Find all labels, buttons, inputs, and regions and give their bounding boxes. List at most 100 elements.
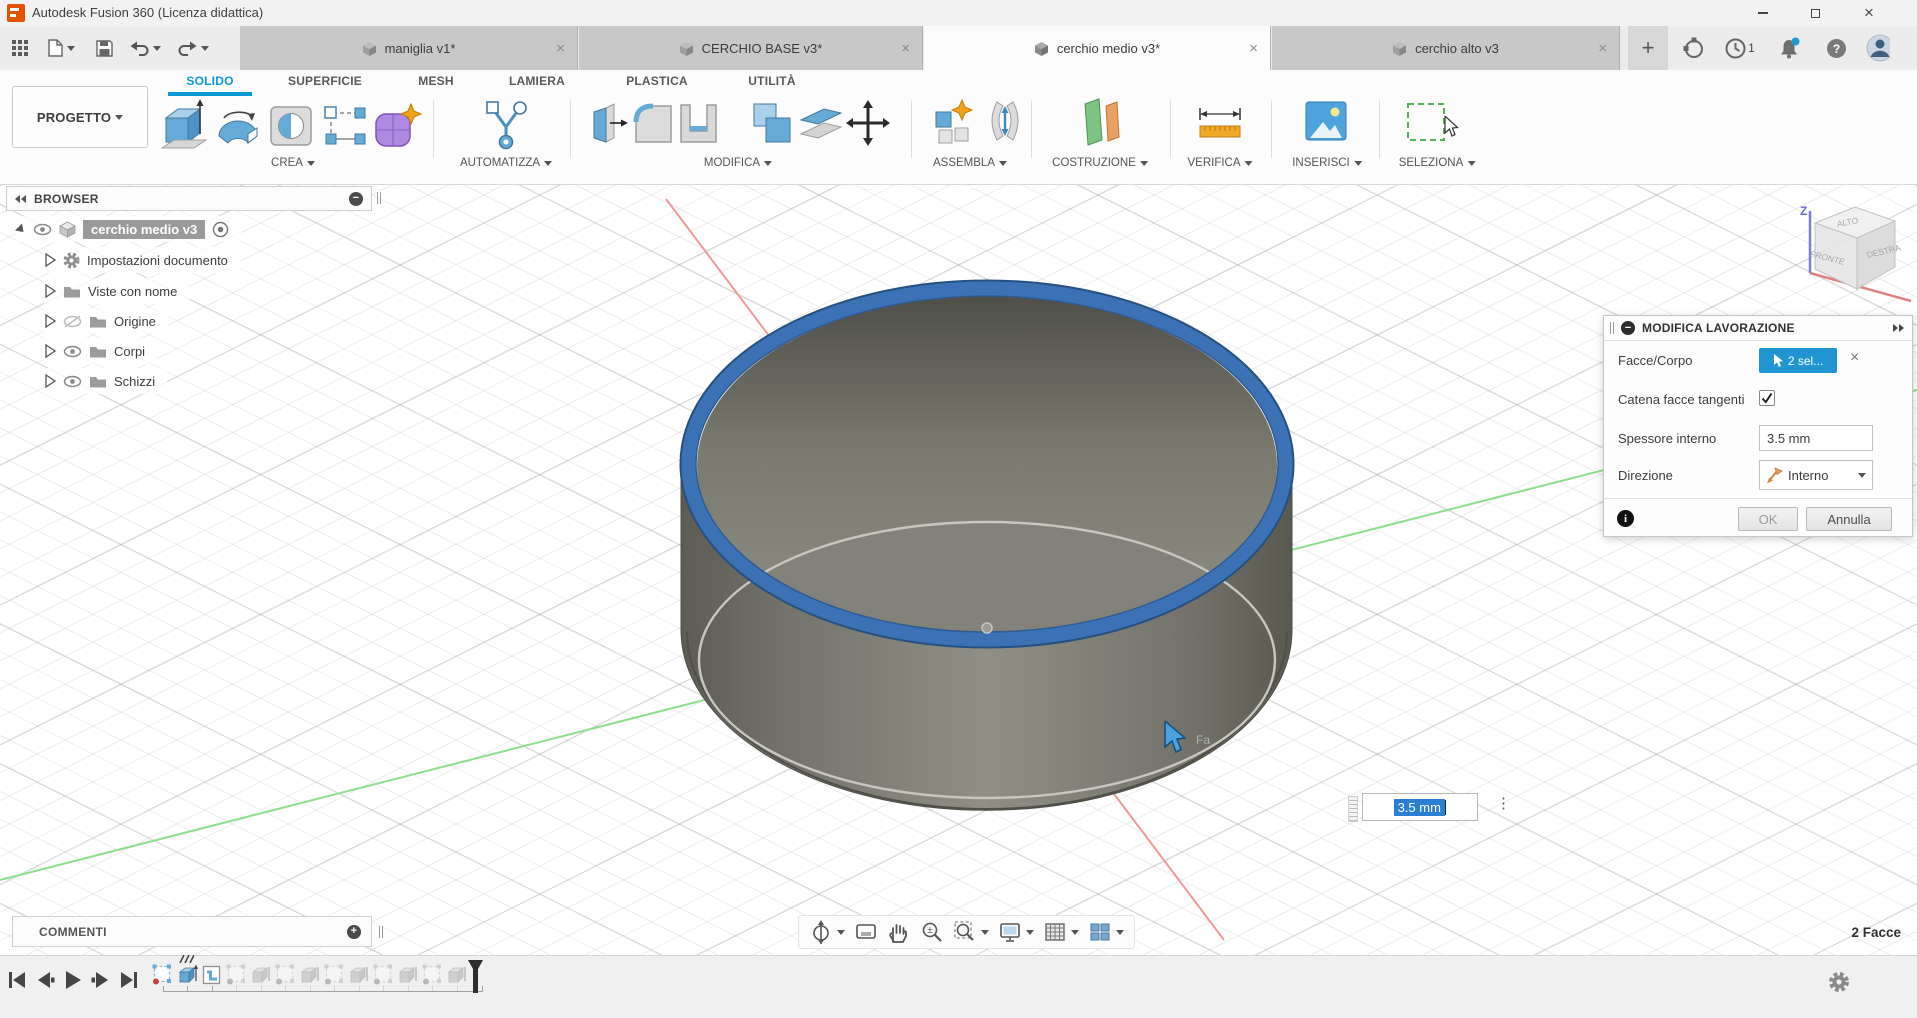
timeline-sketch-feature-suppressed[interactable]: [324, 964, 345, 986]
collapse-panel-icon[interactable]: [15, 195, 26, 203]
chain-faces-checkbox[interactable]: [1759, 390, 1775, 406]
generative-design-icon[interactable]: [483, 100, 529, 150]
press-pull-icon[interactable]: [586, 100, 630, 146]
zoom-window-icon[interactable]: [953, 920, 989, 944]
file-menu-icon[interactable]: [44, 37, 78, 59]
group-label-assembla[interactable]: ASSEMBLA: [933, 155, 1007, 171]
timeline-extrude-feature-suppressed[interactable]: [397, 964, 418, 986]
job-status-clock-icon[interactable]: 1: [1722, 37, 1758, 59]
ring-model[interactable]: [681, 281, 1294, 811]
browser-row-corpi[interactable]: Corpi: [44, 338, 157, 364]
view-cube[interactable]: Z ALTO FRONTE DESTRA: [1793, 193, 1915, 305]
browser-row-component[interactable]: cerchio medio v3: [16, 216, 241, 242]
group-label-seleziona[interactable]: SELEZIONA: [1399, 155, 1476, 171]
activate-radio-icon[interactable]: [212, 221, 229, 238]
play-icon[interactable]: [64, 970, 82, 990]
project-menu-button[interactable]: PROGETTO: [12, 86, 148, 148]
offset-face-icon[interactable]: [798, 100, 844, 146]
dimension-drag-handle[interactable]: [1348, 796, 1358, 822]
timeline-sketch-feature-suppressed[interactable]: [422, 964, 443, 986]
panel-grip[interactable]: [379, 926, 383, 938]
thickness-input[interactable]: 3.5 mm: [1759, 425, 1873, 451]
window-close-button[interactable]: ×: [1847, 0, 1891, 26]
revolve-icon[interactable]: [214, 104, 264, 148]
timeline-extrude-feature-suppressed[interactable]: [348, 964, 369, 986]
new-component-icon[interactable]: [932, 98, 978, 148]
clear-selection-icon[interactable]: ×: [1850, 349, 1859, 367]
visibility-eye-icon[interactable]: [63, 375, 82, 388]
visibility-off-eye-icon[interactable]: [63, 315, 82, 328]
add-comment-icon[interactable]: +: [347, 925, 361, 939]
move-icon[interactable]: [846, 100, 890, 146]
timeline-shell-feature[interactable]: [201, 964, 222, 986]
ribbon-tab-mesh[interactable]: MESH: [418, 74, 453, 92]
tab-close-icon[interactable]: ×: [1598, 40, 1607, 57]
document-tab-maniglia[interactable]: maniglia v1* ×: [240, 26, 578, 70]
window-maximize-button[interactable]: [1793, 0, 1837, 26]
group-label-automatizza[interactable]: AUTOMATIZZA: [460, 155, 552, 171]
joint-icon[interactable]: [984, 98, 1026, 148]
look-at-icon[interactable]: [854, 920, 878, 944]
window-minimize-button[interactable]: [1741, 0, 1785, 26]
group-label-modifica[interactable]: MODIFICA: [704, 155, 772, 171]
grid-settings-icon[interactable]: [1043, 920, 1079, 944]
dialog-dock-icon[interactable]: [1893, 324, 1904, 332]
tab-close-icon[interactable]: ×: [556, 40, 565, 57]
direction-select[interactable]: Interno: [1759, 460, 1873, 490]
help-icon[interactable]: ?: [1824, 37, 1848, 59]
group-label-inserisci[interactable]: INSERISCI: [1292, 155, 1362, 171]
measure-icon[interactable]: [1196, 104, 1244, 142]
dialog-header[interactable]: − MODIFICA LAVORAZIONE: [1604, 316, 1912, 341]
insert-canvas-icon[interactable]: [1304, 100, 1348, 142]
step-back-icon[interactable]: [36, 971, 55, 989]
info-icon[interactable]: i: [1617, 510, 1634, 527]
ribbon-tab-superficie[interactable]: SUPERFICIE: [288, 74, 362, 92]
tab-close-icon[interactable]: ×: [1249, 40, 1258, 57]
extrude-icon[interactable]: [160, 98, 212, 154]
timeline-sketch-feature-suppressed[interactable]: [226, 964, 247, 986]
ok-button[interactable]: OK: [1738, 507, 1798, 531]
expand-collapsed-icon[interactable]: [44, 374, 56, 388]
fillet-icon[interactable]: [631, 100, 675, 146]
browser-row-doc-settings[interactable]: Impostazioni documento: [44, 247, 240, 273]
kebab-menu-icon[interactable]: ⋮: [1496, 794, 1511, 812]
select-icon[interactable]: [1404, 100, 1448, 144]
timeline-extrude-feature-suppressed[interactable]: [446, 964, 467, 986]
display-settings-icon[interactable]: [998, 920, 1034, 944]
browser-row-schizzi[interactable]: Schizzi: [44, 368, 167, 394]
timeline-sketch-feature[interactable]: [152, 964, 173, 986]
ribbon-tab-lamiera[interactable]: LAMIERA: [509, 74, 565, 92]
group-label-costruzione[interactable]: COSTRUZIONE: [1052, 155, 1148, 171]
timeline-settings-gear-icon[interactable]: [1828, 971, 1850, 993]
zoom-icon[interactable]: ±: [920, 920, 944, 944]
extensions-icon[interactable]: [1682, 37, 1706, 59]
browser-row-origine[interactable]: Origine: [44, 308, 168, 334]
dialog-grip[interactable]: [1610, 322, 1614, 334]
user-avatar[interactable]: [1866, 37, 1890, 59]
expand-collapsed-icon[interactable]: [44, 314, 56, 328]
new-tab-button[interactable]: +: [1628, 26, 1668, 70]
ribbon-tab-utilita[interactable]: UTILITÀ: [748, 74, 795, 92]
model-scene[interactable]: [0, 185, 1917, 955]
go-to-end-icon[interactable]: [119, 971, 138, 989]
expand-collapsed-icon[interactable]: [44, 284, 56, 298]
visibility-eye-icon[interactable]: [33, 223, 52, 236]
viewports-icon[interactable]: [1088, 920, 1124, 944]
visibility-eye-icon[interactable]: [63, 345, 82, 358]
browser-row-named-views[interactable]: Viste con nome: [44, 278, 189, 304]
create-form-icon[interactable]: [372, 102, 422, 148]
step-forward-icon[interactable]: [91, 971, 110, 989]
comments-panel-header[interactable]: COMMENTI +: [12, 916, 372, 947]
document-tab-cerchio-medio[interactable]: cerchio medio v3* ×: [924, 26, 1271, 70]
dialog-collapse-icon[interactable]: −: [1621, 321, 1635, 335]
go-to-start-icon[interactable]: [8, 971, 27, 989]
expand-triangle-icon[interactable]: [15, 223, 27, 235]
shell-icon[interactable]: [676, 100, 720, 146]
combine-icon[interactable]: [750, 100, 794, 146]
rectangular-pattern-icon[interactable]: [324, 106, 368, 146]
expand-collapsed-icon[interactable]: [44, 253, 56, 267]
document-tab-cerchio-alto[interactable]: cerchio alto v3 ×: [1272, 26, 1620, 70]
orbit-icon[interactable]: [809, 920, 845, 944]
redo-icon[interactable]: [176, 37, 210, 59]
pan-hand-icon[interactable]: [887, 920, 911, 944]
